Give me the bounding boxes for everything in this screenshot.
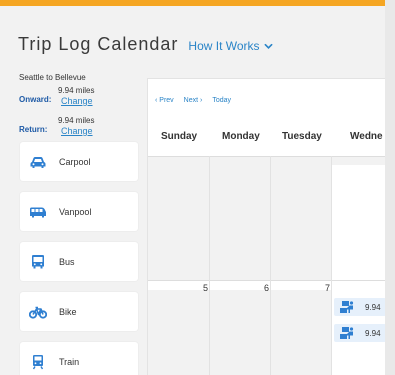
today-button[interactable]: Today: [212, 97, 231, 104]
onward-label: Onward:: [19, 95, 52, 104]
prev-button[interactable]: ‹ Prev: [155, 97, 174, 104]
mode-label: Carpool: [59, 156, 91, 167]
weekday-tuesday: Tuesday: [282, 131, 322, 142]
route-label: Seattle to Bellevue: [19, 73, 86, 82]
mode-carpool[interactable]: Carpool: [20, 142, 138, 181]
grid-line: [209, 156, 210, 375]
day-cell-row2[interactable]: [148, 290, 331, 375]
bus-icon: [29, 254, 47, 270]
mode-label: Bus: [59, 256, 75, 267]
weekday-sunday: Sunday: [161, 131, 198, 142]
return-miles: 9.94 miles: [58, 116, 95, 125]
onward-miles: 9.94 miles: [58, 86, 95, 95]
mode-bike[interactable]: Bike: [20, 292, 138, 331]
entry-miles: 9.94: [365, 302, 381, 312]
telework-icon: [339, 300, 355, 314]
entry-miles: 9.94: [365, 328, 381, 338]
page-title: Trip Log Calendar: [18, 34, 179, 54]
grid-line: [148, 280, 385, 281]
date-number: 7: [325, 283, 331, 293]
grid-line: [270, 156, 271, 375]
header: Trip Log Calendar How It Works: [18, 34, 273, 55]
date-number: 6: [264, 283, 270, 293]
calendar-nav: ‹ Prev Next › Today: [155, 97, 231, 104]
trip-entry[interactable]: 9.94: [334, 298, 385, 316]
onward-change-link[interactable]: Change: [61, 96, 93, 106]
mode-train[interactable]: Train: [20, 342, 138, 375]
return-label: Return:: [19, 125, 48, 134]
train-icon: [29, 354, 47, 370]
calendar: ‹ Prev Next › Today Sunday Monday Tuesda…: [147, 78, 385, 375]
mode-bus[interactable]: Bus: [20, 242, 138, 281]
weekday-monday: Monday: [222, 131, 260, 142]
return-change-link[interactable]: Change: [61, 126, 93, 136]
car-icon: [29, 154, 47, 170]
scrollbar-track[interactable]: [385, 0, 395, 375]
mode-label: Bike: [59, 306, 77, 317]
mode-vanpool[interactable]: Vanpool: [20, 192, 138, 231]
grid-line: [331, 156, 332, 375]
mode-label: Vanpool: [59, 206, 92, 217]
weekday-wednesday: Wedne: [350, 131, 383, 142]
how-it-works-link[interactable]: How It Works: [188, 39, 273, 53]
bike-icon: [29, 304, 47, 320]
day-cell-row1[interactable]: [148, 157, 331, 280]
trip-entry[interactable]: 9.94: [334, 324, 385, 342]
telework-icon: [339, 326, 355, 340]
mode-label: Train: [59, 356, 80, 367]
chevron-down-icon: [264, 43, 273, 49]
page: Trip Log Calendar How It Works Seattle t…: [0, 6, 385, 375]
van-icon: [29, 204, 47, 220]
date-number: 5: [203, 283, 209, 293]
how-it-works-label: How It Works: [188, 39, 260, 53]
day-cell-row1-strip: [332, 157, 385, 165]
next-button[interactable]: Next ›: [184, 97, 203, 104]
